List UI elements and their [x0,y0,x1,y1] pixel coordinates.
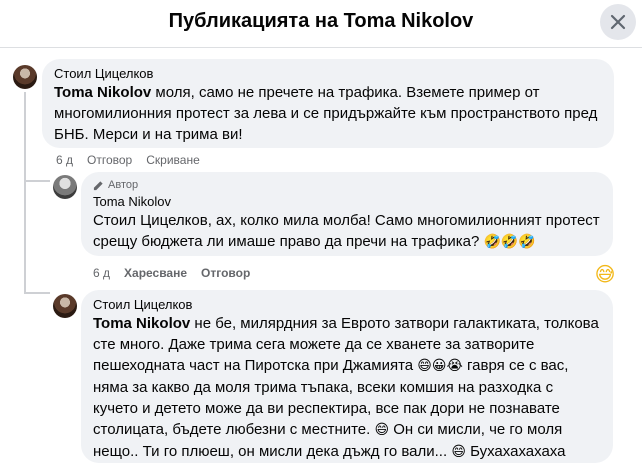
avatar[interactable] [13,65,37,89]
reply-button[interactable]: Отговор [87,152,132,168]
comment-author[interactable]: Стоил Цицелков [54,66,602,82]
avatar[interactable] [53,175,77,199]
dialog-title: Публикацията на Toma Nikolov [168,10,474,32]
reply-button[interactable]: Отговор [201,265,250,281]
comment-actions: 6 д Отговор Скриване [56,152,200,168]
smile-emoji: 😄 [374,422,390,438]
comment-text: Стоил Цицелков, ах, колко мила молба! Са… [93,210,601,253]
like-button[interactable]: Харесване [124,265,187,281]
dialog-header: Публикацията на Toma Nikolov [0,0,642,48]
comment-author[interactable]: Стоил Цицелков [93,297,601,313]
comment-text: Toma Nikolov не бе, милярдния за Еврото … [93,313,601,463]
comment-text: Toma Nikolov моля, само не пречете на тр… [54,82,602,145]
rofl-emoji: 🤣🤣🤣 [483,234,536,250]
avatar[interactable] [53,294,77,318]
thread-line [24,92,26,292]
comment-time[interactable]: 6 д [93,265,110,281]
thread-branch-line [24,180,50,182]
comment-time[interactable]: 6 д [56,152,73,168]
grinning-sweat-emoji[interactable]: 😅 [593,262,617,286]
author-badge-label: Автор [108,179,139,191]
comment-actions: 6 д Харесване Отговор [93,265,250,281]
mention-link[interactable]: Toma Nikolov [54,84,151,101]
pencil-icon [93,180,103,190]
close-button[interactable] [600,4,636,40]
hide-button[interactable]: Скриване [146,152,200,168]
thread-branch-line [24,292,50,294]
comment-bubble: Автор Toma Nikolov Стоил Цицелков, ах, к… [81,172,613,256]
comment-bubble: Стоил Цицелков Toma Nikolov моля, само н… [42,59,614,148]
mention-link[interactable]: Toma Nikolov [93,315,190,332]
comment-bubble: Стоил Цицелков Toma Nikolov не бе, миляр… [81,290,613,463]
close-icon [610,14,626,30]
author-badge: Автор [93,178,601,192]
comment-author[interactable]: Toma Nikolov [93,194,601,210]
comment-body: Бухахахахаха [465,443,566,460]
laughing-emoji: 😄😀😭 [417,358,463,374]
smile-emoji: 😄 [451,444,466,460]
